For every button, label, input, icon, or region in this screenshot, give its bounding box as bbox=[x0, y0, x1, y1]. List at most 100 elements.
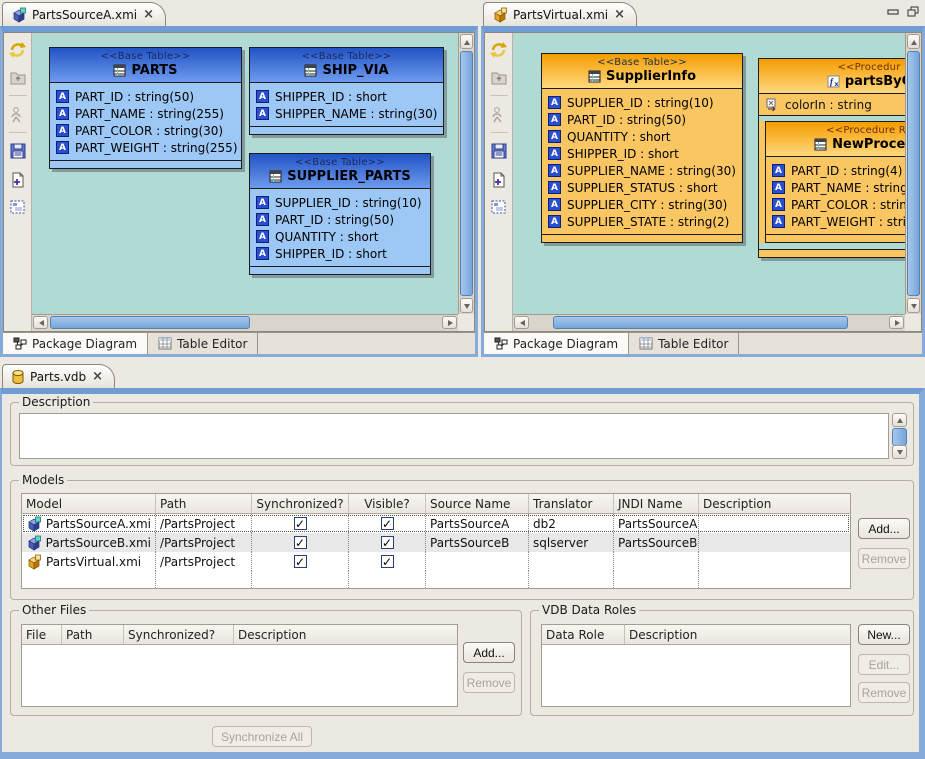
scroll-thumb[interactable] bbox=[460, 51, 473, 296]
scroll-right-button[interactable] bbox=[442, 316, 457, 329]
col-visible[interactable]: Visible? bbox=[349, 494, 426, 513]
table-icon bbox=[304, 64, 317, 77]
scroll-left-button[interactable] bbox=[33, 316, 48, 329]
diagram-table-parts[interactable]: <<Base Table>> PARTS PART_ID : string(50… bbox=[49, 47, 242, 169]
tab-package-diagram[interactable]: Package Diagram bbox=[484, 333, 629, 354]
table-name: SHIP_VIA bbox=[322, 63, 388, 78]
data-roles-group-label: VDB Data Roles bbox=[539, 603, 639, 617]
minimize-icon[interactable] bbox=[887, 6, 899, 18]
save-diagram-icon[interactable] bbox=[8, 141, 28, 161]
attribute-icon bbox=[56, 141, 69, 154]
scroll-thumb[interactable] bbox=[892, 428, 907, 446]
diagram-table-supplier-parts[interactable]: <<Base Table>> SUPPLIER_PARTS SUPPLIER_I… bbox=[249, 153, 431, 275]
tab-parts-source-a[interactable]: PartsSourceA.xmi × bbox=[2, 2, 166, 26]
preview-data-icon[interactable] bbox=[8, 104, 28, 124]
col-path[interactable]: Path bbox=[62, 625, 124, 644]
col-model[interactable]: Model bbox=[22, 494, 156, 513]
checkbox-visible[interactable]: ✓ bbox=[381, 555, 394, 568]
checkbox-synchronized[interactable]: ✓ bbox=[294, 555, 307, 568]
col-data-role[interactable]: Data Role bbox=[542, 625, 625, 644]
col-source-name[interactable]: Source Name bbox=[426, 494, 529, 513]
diagram-table-supplier-info[interactable]: <<Base Table>> SupplierInfo SUPPLIER_ID … bbox=[541, 53, 743, 243]
attribute-icon bbox=[548, 147, 561, 160]
scroll-down-button[interactable] bbox=[892, 445, 907, 459]
scroll-up-button[interactable] bbox=[907, 34, 920, 49]
tab-package-diagram[interactable]: Package Diagram bbox=[3, 333, 148, 354]
attribute: SUPPLIER_ID : string(10) bbox=[275, 196, 422, 210]
col-file[interactable]: File bbox=[22, 625, 62, 644]
diagram-result-set-new-procedure[interactable]: <<Procedure Re NewProcedu PART_ID : stri… bbox=[765, 121, 905, 243]
close-icon[interactable]: × bbox=[91, 370, 104, 383]
checkbox-visible[interactable]: ✓ bbox=[381, 517, 394, 530]
tab-table-editor[interactable]: Table Editor bbox=[148, 333, 258, 354]
attribute-icon bbox=[56, 124, 69, 137]
attribute: PART_ID : string(4) bbox=[791, 164, 902, 178]
restore-icon[interactable] bbox=[907, 6, 919, 18]
model-row-parts-source-b[interactable]: PartsSourceB.xmi /PartsProject ✓ ✓ Parts… bbox=[22, 533, 850, 552]
new-sibling-icon[interactable] bbox=[8, 169, 28, 189]
scroll-left-button[interactable] bbox=[514, 316, 529, 329]
up-package-icon[interactable] bbox=[489, 67, 509, 87]
tab-title: Parts.vdb bbox=[30, 370, 86, 384]
tab-parts-virtual[interactable]: PartsVirtual.xmi × bbox=[483, 2, 637, 26]
tab-table-editor[interactable]: Table Editor bbox=[629, 333, 739, 354]
vertical-scrollbar[interactable] bbox=[458, 33, 474, 314]
synchronize-all-button: Synchronize All bbox=[212, 726, 312, 747]
col-synchronized[interactable]: Synchronized? bbox=[124, 625, 234, 644]
scroll-up-button[interactable] bbox=[892, 413, 907, 427]
save-diagram-icon[interactable] bbox=[489, 141, 509, 161]
checkbox-synchronized[interactable]: ✓ bbox=[294, 517, 307, 530]
scroll-down-button[interactable] bbox=[907, 298, 920, 313]
scroll-up-button[interactable] bbox=[460, 34, 473, 49]
empty-filler-row bbox=[22, 571, 850, 588]
description-scrollbar[interactable] bbox=[892, 413, 907, 459]
data-roles-table-header: Data Role Description bbox=[542, 625, 850, 645]
stereotype-label: <<Base Table>> bbox=[54, 51, 237, 62]
checkbox-visible[interactable]: ✓ bbox=[381, 536, 394, 549]
diagram-table-ship-via[interactable]: <<Base Table>> SHIP_VIA SHIPPER_ID : sho… bbox=[249, 47, 444, 135]
diagram-procedure-parts-by-color[interactable]: <<Procedur partsByC colorIn : string <<P… bbox=[758, 58, 905, 258]
other-files-add-button[interactable]: Add... bbox=[463, 642, 515, 663]
stereotype-label: <<Procedure Re bbox=[770, 125, 905, 136]
col-description[interactable]: Description bbox=[625, 625, 850, 644]
horizontal-scrollbar[interactable] bbox=[32, 314, 458, 331]
diagram-canvas-right[interactable]: <<Base Table>> SupplierInfo SUPPLIER_ID … bbox=[513, 33, 905, 314]
model-row-parts-virtual[interactable]: PartsVirtual.xmi /PartsProject ✓ ✓ bbox=[22, 552, 850, 571]
attribute: PART_NAME : string bbox=[791, 181, 905, 195]
scroll-thumb[interactable] bbox=[907, 51, 920, 296]
scroll-thumb[interactable] bbox=[50, 316, 250, 329]
scroll-thumb[interactable] bbox=[553, 316, 848, 329]
up-package-icon[interactable] bbox=[8, 67, 28, 87]
refresh-diagram-icon[interactable] bbox=[8, 39, 28, 59]
close-icon[interactable]: × bbox=[142, 8, 155, 21]
horizontal-scrollbar[interactable] bbox=[513, 314, 905, 331]
scroll-right-button[interactable] bbox=[889, 316, 904, 329]
page-tabbar-right: Package Diagram Table Editor bbox=[484, 332, 922, 354]
new-sibling-icon[interactable] bbox=[489, 169, 509, 189]
stereotype-label: <<Procedur bbox=[763, 62, 905, 73]
checkbox-synchronized[interactable]: ✓ bbox=[294, 536, 307, 549]
attribute-icon bbox=[548, 181, 561, 194]
close-icon[interactable]: × bbox=[613, 8, 626, 21]
scroll-down-button[interactable] bbox=[460, 298, 473, 313]
description-textarea[interactable] bbox=[19, 413, 889, 459]
vertical-scrollbar[interactable] bbox=[905, 33, 921, 314]
col-translator[interactable]: Translator bbox=[529, 494, 614, 513]
preview-data-icon[interactable] bbox=[489, 104, 509, 124]
data-roles-new-button[interactable]: New... bbox=[858, 624, 910, 645]
diagram-selection-icon[interactable] bbox=[489, 197, 509, 217]
diagram-canvas-left[interactable]: <<Base Table>> PARTS PART_ID : string(50… bbox=[32, 33, 458, 314]
tab-parts-vdb[interactable]: Parts.vdb × bbox=[2, 364, 115, 388]
col-jndi-name[interactable]: JNDI Name bbox=[614, 494, 699, 513]
models-table: Model Path Synchronized? Visible? Source… bbox=[21, 493, 851, 589]
col-description[interactable]: Description bbox=[699, 494, 850, 513]
attribute: PART_ID : string(50) bbox=[567, 113, 686, 127]
model-row-parts-source-a[interactable]: PartsSourceA.xmi /PartsProject ✓ ✓ Parts… bbox=[22, 514, 850, 533]
col-synchronized[interactable]: Synchronized? bbox=[252, 494, 349, 513]
refresh-diagram-icon[interactable] bbox=[489, 39, 509, 59]
diagram-selection-icon[interactable] bbox=[8, 197, 28, 217]
models-add-button[interactable]: Add... bbox=[858, 518, 910, 539]
col-path[interactable]: Path bbox=[156, 494, 252, 513]
col-description[interactable]: Description bbox=[234, 625, 457, 644]
data-roles-table: Data Role Description bbox=[541, 624, 851, 707]
